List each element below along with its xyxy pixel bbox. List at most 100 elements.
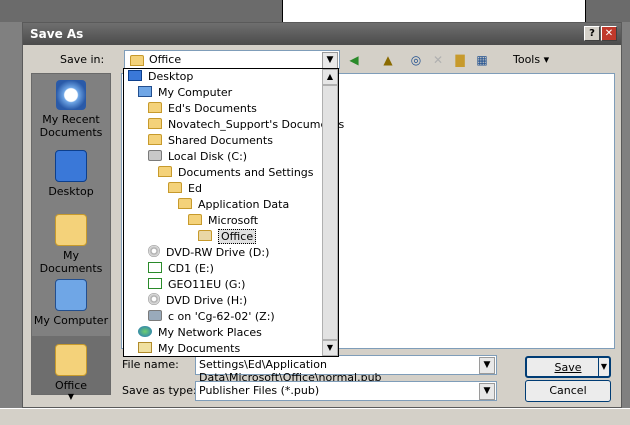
folder-icon [188, 214, 202, 225]
item-label: My Documents [158, 342, 241, 355]
dropdown-item-geo11eu[interactable]: GEO11EU (G:) [148, 277, 245, 293]
folder-icon [158, 166, 172, 177]
file-name-label: File name: [122, 358, 179, 371]
save-button[interactable]: Save ▼ [525, 356, 611, 378]
cancel-button[interactable]: Cancel [525, 380, 611, 402]
dropdown-item-local-disk[interactable]: Local Disk (C:) [148, 149, 247, 165]
place-my-recent-documents[interactable]: My Recent Documents [32, 80, 110, 139]
item-label: CD1 (E:) [168, 262, 214, 275]
folder-icon [130, 55, 144, 66]
dropdown-item-documents-and-settings[interactable]: Documents and Settings [158, 165, 314, 181]
dropdown-item-ed[interactable]: Ed [168, 181, 202, 197]
place-label: My Recent Documents [39, 113, 103, 139]
folder-icon [168, 182, 182, 193]
folder-icon [178, 198, 192, 209]
save-in-label: Save in: [60, 53, 105, 66]
dropdown-item-microsoft[interactable]: Microsoft [188, 213, 258, 229]
place-office[interactable]: Office ▼ [32, 336, 110, 401]
office-folder-icon [55, 344, 87, 376]
dropdown-item-application-data[interactable]: Application Data [178, 197, 289, 213]
save-as-type-value: Publisher Files (*.pub) [199, 384, 320, 397]
tools-label: Tools [513, 53, 541, 66]
cd-drive-icon [148, 293, 160, 305]
folder-icon [148, 134, 162, 145]
dropdown-item-network-drive[interactable]: c on 'Cg-62-02' (Z:) [148, 309, 275, 325]
item-label: Microsoft [208, 214, 259, 227]
save-label: Save [554, 361, 582, 374]
chevron-down-icon[interactable]: ▼ [322, 52, 338, 69]
item-label: DVD Drive (H:) [166, 294, 248, 307]
item-label: Application Data [198, 198, 290, 211]
network-places-icon [138, 326, 152, 337]
place-label: My Computer [33, 314, 109, 327]
place-desktop[interactable]: Desktop [32, 150, 110, 198]
save-as-type-label: Save as type: [122, 384, 197, 397]
place-my-documents[interactable]: My Documents [32, 214, 110, 275]
search-web-icon[interactable]: ◎ [407, 51, 425, 69]
place-label: Office [54, 379, 88, 392]
background-bottom-strip [0, 408, 630, 425]
save-in-dropdown-list[interactable]: Desktop My Computer Ed's Documents Novat… [123, 68, 344, 357]
delete-icon[interactable]: ✕ [429, 51, 447, 69]
my-computer-icon [55, 279, 87, 311]
dropdown-item-cd1[interactable]: CD1 (E:) [148, 261, 214, 277]
my-documents-icon [138, 342, 152, 353]
dropdown-item-my-documents[interactable]: My Documents [138, 341, 240, 357]
chevron-down-icon[interactable]: ▼ [479, 357, 495, 374]
my-documents-icon [55, 214, 87, 246]
dropdown-item-shared-documents[interactable]: Shared Documents [148, 133, 273, 149]
item-label: c on 'Cg-62-02' (Z:) [168, 310, 275, 323]
chevron-down-icon[interactable]: ▼ [598, 358, 609, 376]
save-in-value: Office [149, 53, 182, 66]
network-drive-icon [148, 310, 162, 321]
dropdown-item-desktop[interactable]: Desktop [128, 69, 193, 85]
tools-menu[interactable]: Tools ▾ [513, 53, 549, 66]
drive-icon [148, 150, 162, 161]
dropdown-item-dvd-rw-drive[interactable]: DVD-RW Drive (D:) [148, 245, 269, 261]
item-label: Desktop [148, 70, 194, 83]
dropdown-item-novatech-documents[interactable]: Novatech_Support's Documents [148, 117, 344, 133]
views-icon[interactable]: ▦ [473, 51, 491, 69]
chevron-down-icon[interactable]: ▼ [32, 392, 110, 401]
scroll-up-icon[interactable]: ▲ [322, 69, 338, 85]
title-bar[interactable]: Save As ? ✕ [23, 23, 621, 45]
scroll-down-icon[interactable]: ▼ [322, 340, 338, 356]
scroll-thumb[interactable] [322, 85, 338, 340]
item-label: My Network Places [158, 326, 262, 339]
dropdown-item-dvd-drive[interactable]: DVD Drive (H:) [148, 293, 247, 309]
item-label: My Computer [158, 86, 233, 99]
chevron-down-icon[interactable]: ▼ [479, 383, 495, 400]
dropdown-item-my-network-places[interactable]: My Network Places [138, 325, 262, 341]
save-in-combo[interactable]: Office ▼ [124, 50, 340, 69]
places-bar: My Recent Documents Desktop My Documents… [31, 73, 111, 401]
item-label: GEO11EU (G:) [168, 278, 246, 291]
new-folder-icon[interactable]: ▇ [451, 51, 469, 69]
up-folder-icon[interactable]: ▲ [379, 51, 397, 69]
folder-open-icon [198, 230, 212, 241]
close-button[interactable]: ✕ [601, 26, 617, 41]
item-label: Novatech_Support's Documents [168, 118, 345, 131]
folder-icon [148, 102, 162, 113]
item-label: Shared Documents [168, 134, 273, 147]
item-label: Ed [188, 182, 202, 195]
desktop-icon [55, 150, 87, 182]
folder-icon [148, 118, 162, 129]
dropdown-item-eds-documents[interactable]: Ed's Documents [148, 101, 257, 117]
recent-documents-icon [56, 80, 86, 110]
item-label: Ed's Documents [168, 102, 257, 115]
item-label: Office [218, 229, 257, 244]
dropdown-item-office[interactable]: Office [198, 229, 257, 245]
help-button[interactable]: ? [584, 26, 600, 41]
dropdown-item-my-computer[interactable]: My Computer [138, 85, 232, 101]
file-name-field[interactable]: Settings\Ed\Application Data\Microsoft\O… [195, 355, 497, 384]
cd-drive-icon [148, 245, 160, 257]
dropdown-scrollbar[interactable]: ▲ ▼ [322, 69, 338, 356]
computer-icon [138, 86, 152, 97]
dialog-title: Save As [30, 27, 84, 41]
save-as-type-select[interactable]: Publisher Files (*.pub) ▼ [195, 381, 497, 401]
removable-disk-icon [148, 278, 162, 289]
removable-disk-icon [148, 262, 162, 273]
place-my-computer[interactable]: My Computer [32, 279, 110, 327]
back-icon[interactable]: ◀ [345, 51, 363, 69]
item-label: DVD-RW Drive (D:) [166, 246, 270, 259]
